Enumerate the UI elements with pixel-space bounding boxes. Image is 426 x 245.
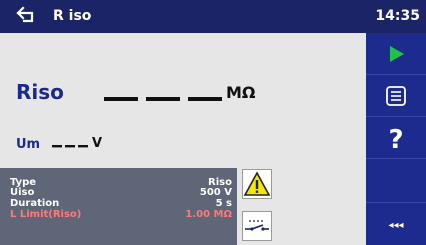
riso-value [104,75,222,112]
title-bar: R iso 14:35 [0,0,426,33]
param-value: 1.00 MΩ [185,209,232,220]
more-arrows-icon: ◂◂◂ [388,220,403,231]
um-label: Um [16,137,41,152]
svg-text:◂◂◂: ◂◂◂ [388,220,403,231]
play-icon [390,45,404,62]
run-button[interactable] [366,33,426,75]
empty-slot [366,159,426,203]
help-icon: ? [388,125,403,152]
riso-label: Riso [16,80,64,104]
more-options-button[interactable]: ◂◂◂ [366,203,426,245]
svg-text:V: V [92,136,102,151]
measurement-area: Riso MΩ Um V Type Riso Uiso 500 V Durati… [0,33,366,245]
param-name: L Limit(Riso) [10,209,82,220]
um-value: V [52,133,104,155]
list-icon [386,85,406,106]
page-title: R iso [53,8,92,24]
riso-unit: MΩ [226,83,256,102]
parameter-panel[interactable]: Type Riso Uiso 500 V Duration 5 s L Limi… [0,168,237,245]
back-arrow-icon[interactable] [14,3,38,27]
param-row-limit: L Limit(Riso) 1.00 MΩ [10,209,232,221]
switch-contact-icon [242,211,272,241]
help-button[interactable]: ? [366,117,426,159]
svg-text:?: ? [388,125,403,152]
results-list-button[interactable] [366,75,426,117]
sidebar: ? ◂◂◂ [366,33,426,245]
warning-triangle-icon [242,169,272,199]
clock: 14:35 [375,8,420,24]
